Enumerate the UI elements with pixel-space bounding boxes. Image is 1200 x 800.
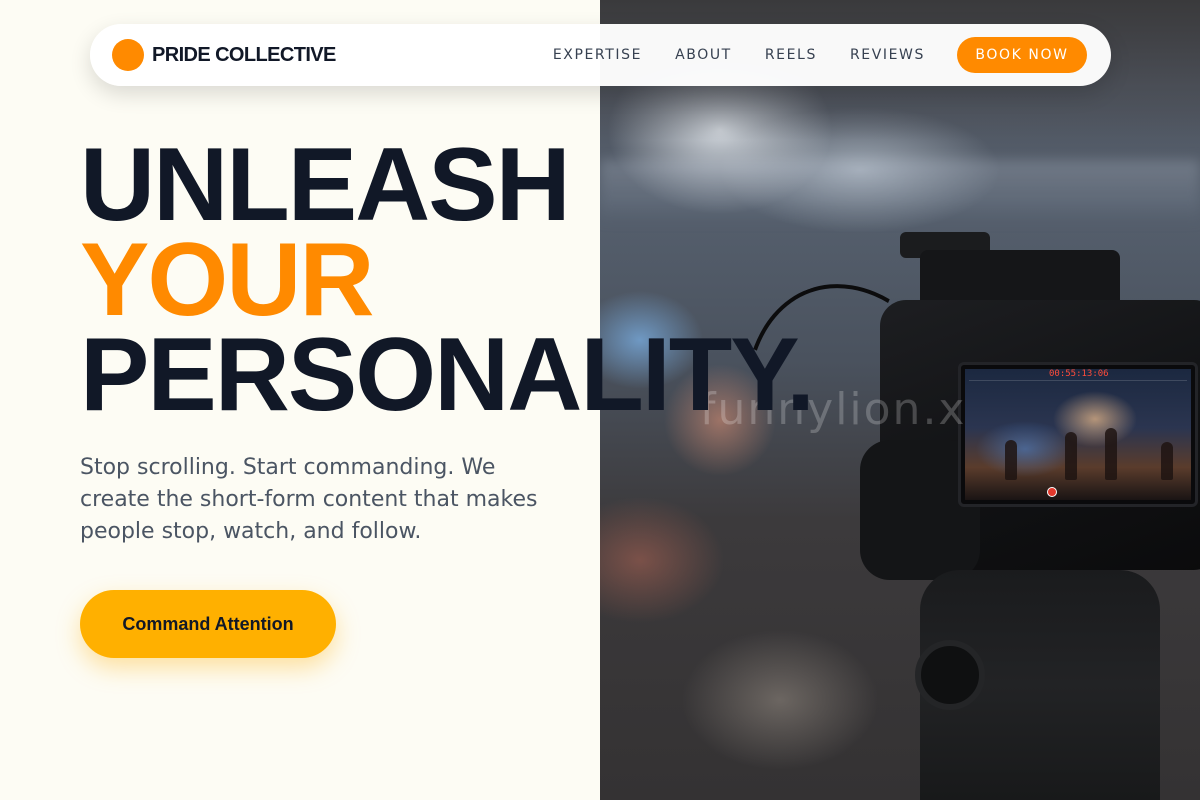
brand-logo[interactable]: PRIDE COLLECTIVE xyxy=(112,39,336,71)
hero-title: UNLEASH YOUR PERSONALITY. xyxy=(80,127,815,433)
performer-figure xyxy=(1161,442,1173,480)
performer-figure xyxy=(1105,428,1117,480)
hero-title-line-1: UNLEASH xyxy=(80,127,571,243)
nav-link-expertise[interactable]: EXPERTISE xyxy=(553,47,642,63)
nav-link-reviews[interactable]: REVIEWS xyxy=(850,47,925,63)
brand-name: PRIDE COLLECTIVE xyxy=(152,43,336,66)
nav-link-about[interactable]: ABOUT xyxy=(675,47,732,63)
nav-link-reels[interactable]: REELS xyxy=(765,47,817,63)
performer-figure xyxy=(1065,432,1077,480)
nav-links: EXPERTISE ABOUT REELS REVIEWS xyxy=(553,47,925,63)
record-indicator-icon xyxy=(1047,487,1057,497)
brand-dot-icon xyxy=(112,39,144,71)
command-attention-button[interactable]: Command Attention xyxy=(80,590,336,658)
monitor-timecode: 00:55:13:06 xyxy=(1049,369,1109,379)
book-now-button[interactable]: BOOK NOW xyxy=(957,37,1087,73)
camera-monitor: 00:55:13:06 xyxy=(958,362,1198,507)
tripod-knob xyxy=(915,640,985,710)
top-navbar: PRIDE COLLECTIVE EXPERTISE ABOUT REELS R… xyxy=(90,24,1111,86)
monitor-screen xyxy=(965,369,1191,500)
hero-title-line-2: YOUR xyxy=(80,222,374,338)
performer-figure xyxy=(1005,440,1017,480)
hero-title-line-3: PERSONALITY. xyxy=(80,317,815,433)
hero-subtitle: Stop scrolling. Start commanding. We cre… xyxy=(80,455,538,544)
